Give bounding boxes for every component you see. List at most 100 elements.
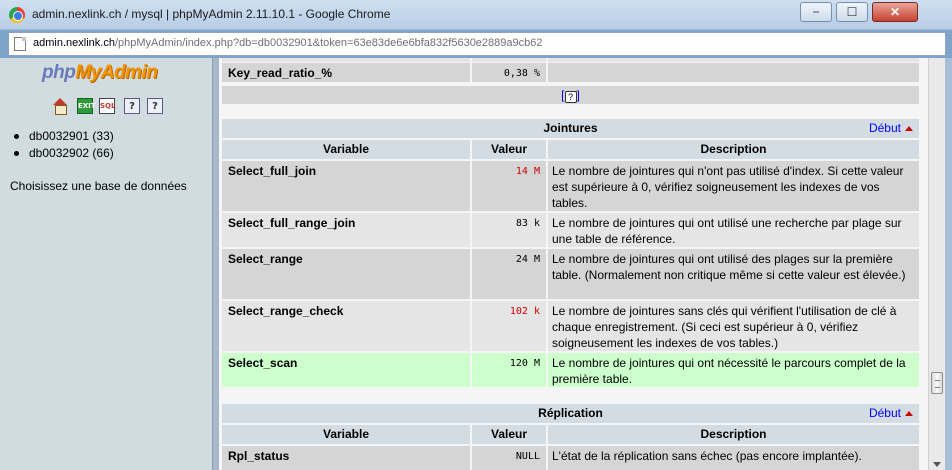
column-header-description: Description <box>548 140 919 159</box>
phpmyadmin-logo[interactable]: phpMyAdmin <box>42 62 158 84</box>
value-cell: NULL <box>472 446 546 470</box>
variable-cell: Select_full_join <box>222 161 470 211</box>
scrollbar-thumb[interactable] <box>931 372 943 394</box>
logo-php: php <box>42 62 76 83</box>
minimize-button[interactable]: − <box>800 2 832 22</box>
value-cell: 14 M <box>472 161 546 211</box>
maximize-button[interactable]: ☐ <box>836 2 868 22</box>
navigation-frame: phpMyAdmin EXIT SQL ? ? db0032901 (33) d… <box>0 58 212 470</box>
table-row: Key_read_ratio_% 0,38 % <box>222 63 919 82</box>
description-cell <box>548 63 919 82</box>
home-icon[interactable] <box>52 98 68 115</box>
url-text[interactable]: admin.nexlink.ch/phpMyAdmin/index.php?db… <box>33 37 542 49</box>
help-bracket-open: [ <box>561 88 565 102</box>
page-icon <box>14 37 26 51</box>
help-icon[interactable]: ? <box>564 91 577 103</box>
debut-link[interactable]: Début <box>869 404 901 423</box>
description-cell: Le nombre de jointures qui ont utilisé d… <box>548 249 919 299</box>
value-cell: 102 k <box>472 301 546 351</box>
value-cell <box>472 58 546 62</box>
variable-cell: Select_full_range_join <box>222 213 470 247</box>
variable-description: Le nombre de jointures qui ont nécessité… <box>552 356 906 386</box>
url-rest: /phpMyAdmin/index.php?db=db0032901&token… <box>114 37 543 49</box>
chrome-icon <box>9 7 25 23</box>
variable-cell: Select_range_check <box>222 301 470 351</box>
variable-description: L'état de la réplication sans échec (pas… <box>552 449 862 463</box>
column-header-row: Variable Valeur Description <box>222 425 919 444</box>
database-link[interactable]: db0032902 (66) <box>12 145 114 162</box>
window-titlebar: admin.nexlink.ch / mysql | phpMyAdmin 2.… <box>0 0 952 30</box>
exit-icon[interactable]: EXIT <box>77 98 96 114</box>
help-bracket-close: ] <box>576 88 580 102</box>
value-cell: 120 M <box>472 353 546 387</box>
section-header-replication: Réplication Début <box>222 404 919 423</box>
address-bar[interactable]: admin.nexlink.ch/phpMyAdmin/index.php?db… <box>8 32 946 56</box>
variable-description: Le nombre de jointures sans clés qui vér… <box>552 304 897 350</box>
frame-splitter[interactable] <box>212 58 220 470</box>
database-list: db0032901 (33) db0032902 (66) <box>12 128 114 162</box>
close-button[interactable]: ✕ <box>872 2 918 22</box>
table-row: Select_full_range_join 83 k Le nombre de… <box>222 213 919 247</box>
column-header-variable: Variable <box>222 140 470 159</box>
database-link[interactable]: db0032901 (33) <box>12 128 114 145</box>
window-right-edge <box>945 58 952 470</box>
table-row: Rpl_status NULL L'état de la réplication… <box>222 446 919 470</box>
up-arrow-icon[interactable] <box>905 411 913 416</box>
variable-cell: Select_scan <box>222 353 470 387</box>
description-cell: L'état de la réplication sans échec (pas… <box>548 446 919 470</box>
column-header-row: Variable Valeur Description <box>222 140 919 159</box>
variable-value: 0,38 % <box>503 68 540 79</box>
debut-link[interactable]: Début <box>869 119 901 138</box>
variable-description: Le nombre de jointures qui ont utilisé d… <box>552 252 906 282</box>
description-cell: Le nombre de jointures sans clés qui vér… <box>548 301 919 351</box>
table-row-partial <box>222 58 919 62</box>
variable-value: 24 M <box>515 254 540 265</box>
url-host: admin.nexlink.ch <box>33 37 115 49</box>
variable-cell: Key_read_ratio_% <box>222 63 470 82</box>
variable-cell <box>222 58 470 62</box>
choose-database-label: Choisissez une base de données <box>10 179 187 193</box>
variable-name: Select_scan <box>228 356 298 370</box>
sql-query-icon[interactable]: SQL <box>99 98 115 114</box>
variable-name: Select_range <box>228 252 303 266</box>
section-title: Réplication <box>538 406 603 420</box>
column-header-value: Valeur <box>472 425 546 444</box>
description-cell: Le nombre de jointures qui ont nécessité… <box>548 353 919 387</box>
variable-description: Le nombre de jointures qui n'ont pas uti… <box>552 164 904 210</box>
column-header-description: Description <box>548 425 919 444</box>
scroll-down-arrow-icon[interactable] <box>933 462 941 467</box>
variable-value: 102 k <box>509 306 540 317</box>
variable-cell: Rpl_status <box>222 446 470 470</box>
column-header-variable: Variable <box>222 425 470 444</box>
description-cell <box>548 58 919 62</box>
variable-name: Select_range_check <box>228 304 344 318</box>
section-title: Jointures <box>543 121 598 135</box>
table-row: Select_range_check 102 k Le nombre de jo… <box>222 301 919 351</box>
variable-name: Key_read_ratio_% <box>228 66 333 80</box>
logo-my: My <box>75 62 101 83</box>
variable-cell: Select_range <box>222 249 470 299</box>
table-row: Select_range 24 M Le nombre de jointures… <box>222 249 919 299</box>
page-viewport: phpMyAdmin EXIT SQL ? ? db0032901 (33) d… <box>0 58 952 470</box>
variable-value: 14 M <box>515 166 540 177</box>
documentation-icon[interactable]: ? <box>124 98 140 114</box>
mysql-docs-icon[interactable]: ? <box>147 98 163 114</box>
logo-admin: Admin <box>100 62 158 83</box>
section-header-jointures: Jointures Début <box>222 119 919 138</box>
column-header-value: Valeur <box>472 140 546 159</box>
variable-value: NULL <box>515 451 540 462</box>
variable-name: Select_full_range_join <box>228 216 356 230</box>
value-cell: 83 k <box>472 213 546 247</box>
value-cell: 0,38 % <box>472 63 546 82</box>
variable-description: Le nombre de jointures qui ont utilisé u… <box>552 216 902 246</box>
window-title: admin.nexlink.ch / mysql | phpMyAdmin 2.… <box>32 7 391 21</box>
variable-value: 83 k <box>515 218 540 229</box>
description-cell: Le nombre de jointures qui n'ont pas uti… <box>548 161 919 211</box>
help-row: [?] <box>222 86 919 104</box>
table-row-highlighted: Select_scan 120 M Le nombre de jointures… <box>222 353 919 387</box>
variable-name: Select_full_join <box>228 164 317 178</box>
variable-name: Rpl_status <box>228 449 290 463</box>
vertical-scrollbar[interactable] <box>928 58 945 470</box>
up-arrow-icon[interactable] <box>905 126 913 131</box>
variable-value: 120 M <box>509 358 540 369</box>
